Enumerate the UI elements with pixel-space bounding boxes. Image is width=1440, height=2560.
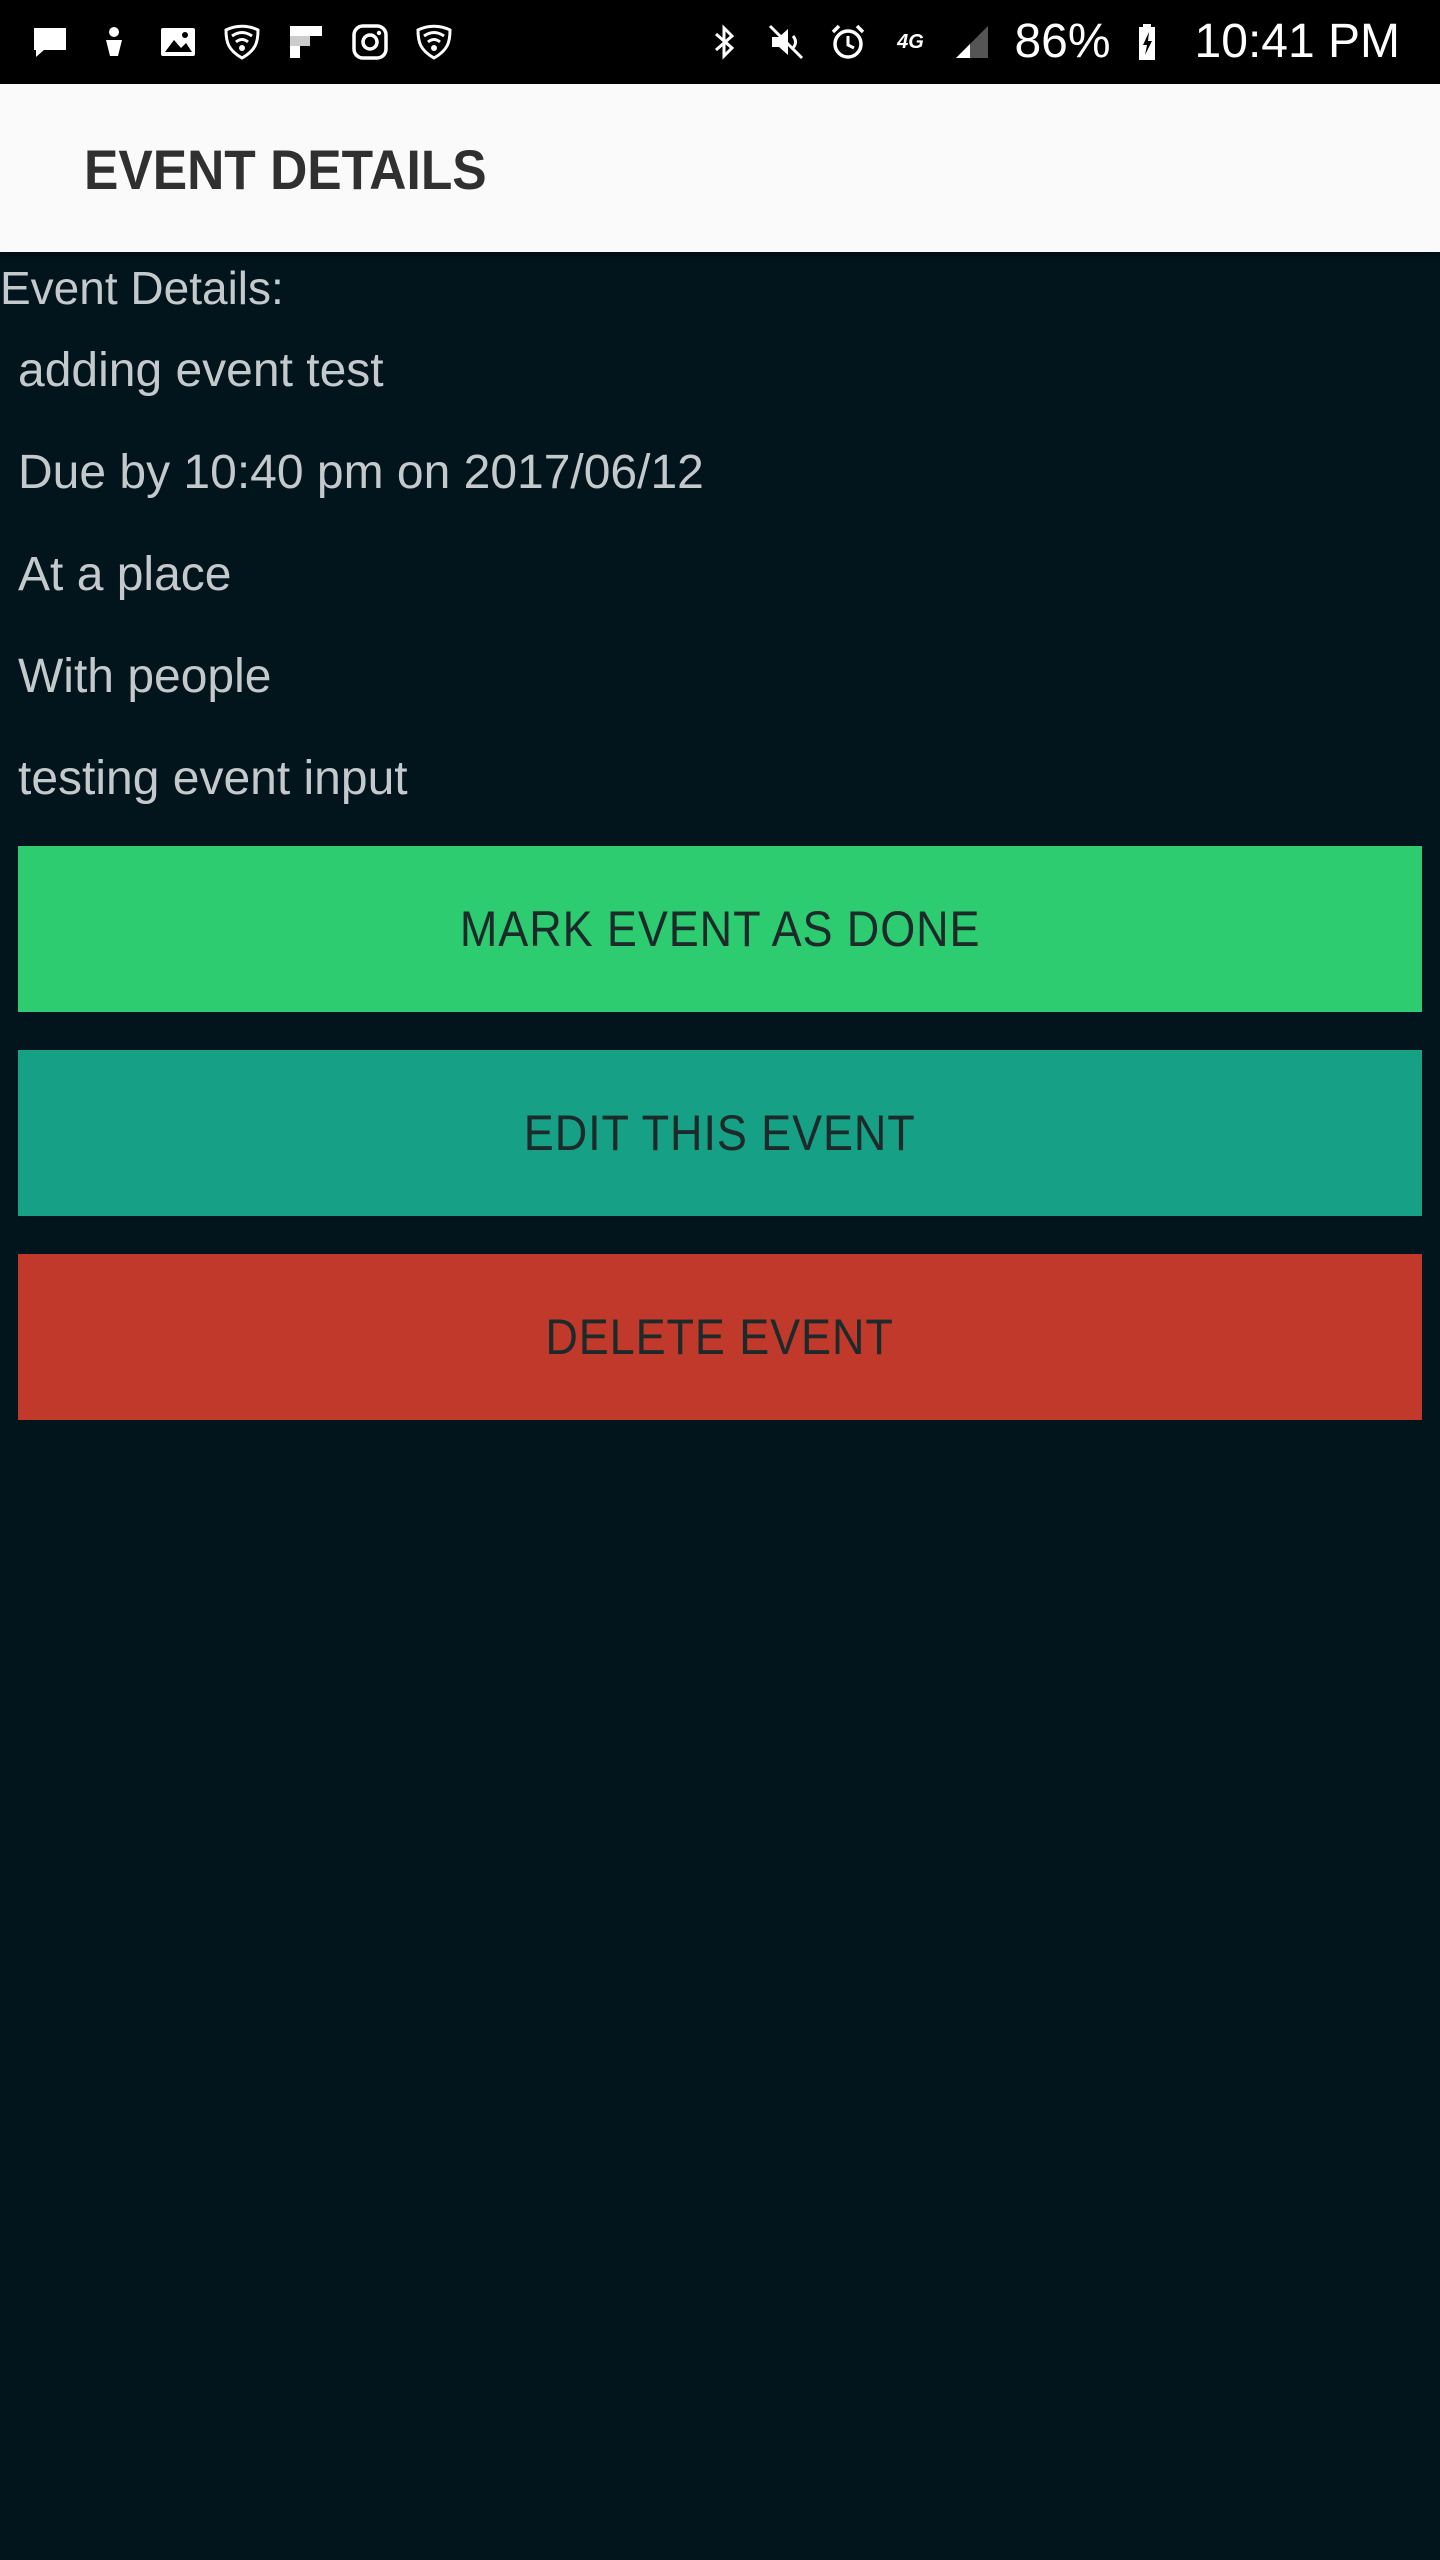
event-location: At a place — [18, 548, 232, 601]
flipboard-icon — [286, 22, 326, 62]
bluetooth-icon — [704, 22, 744, 62]
mark-done-button[interactable]: MARK EVENT AS DONE — [18, 846, 1422, 1012]
app-bar: EVENT DETAILS — [0, 84, 1440, 252]
event-notes: testing event input — [18, 752, 408, 805]
delete-event-label: DELETE EVENT — [545, 1309, 895, 1365]
signal-icon — [952, 22, 992, 62]
edit-event-label: EDIT THIS EVENT — [524, 1105, 916, 1161]
mute-icon — [766, 22, 806, 62]
notification-icons — [30, 0, 454, 84]
edit-event-button[interactable]: EDIT THIS EVENT — [18, 1050, 1422, 1216]
battery-charging-icon — [1133, 22, 1173, 62]
download-icon — [94, 22, 134, 62]
event-name: adding event test — [18, 344, 384, 397]
event-due-date: Due by 10:40 pm on 2017/06/12 — [18, 446, 704, 499]
page-title: EVENT DETAILS — [84, 138, 487, 201]
message-icon — [30, 22, 70, 62]
status-bar: 4G 86% 10:41 PM — [0, 0, 1440, 84]
instagram-icon — [350, 22, 390, 62]
clock: 10:41 PM — [1194, 15, 1400, 68]
mark-done-label: MARK EVENT AS DONE — [459, 901, 981, 957]
wifi-shield-icon — [222, 22, 262, 62]
delete-event-button[interactable]: DELETE EVENT — [18, 1254, 1422, 1420]
battery-percentage: 86% — [1014, 15, 1111, 68]
image-icon — [158, 22, 198, 62]
network-icon: 4G — [897, 31, 924, 53]
wifi-shield-icon — [414, 22, 454, 62]
event-details-label: Event Details: — [0, 262, 284, 314]
system-icons: 4G 86% 10:41 PM — [704, 0, 1400, 84]
event-people: With people — [18, 650, 272, 703]
alarm-icon — [828, 22, 868, 62]
